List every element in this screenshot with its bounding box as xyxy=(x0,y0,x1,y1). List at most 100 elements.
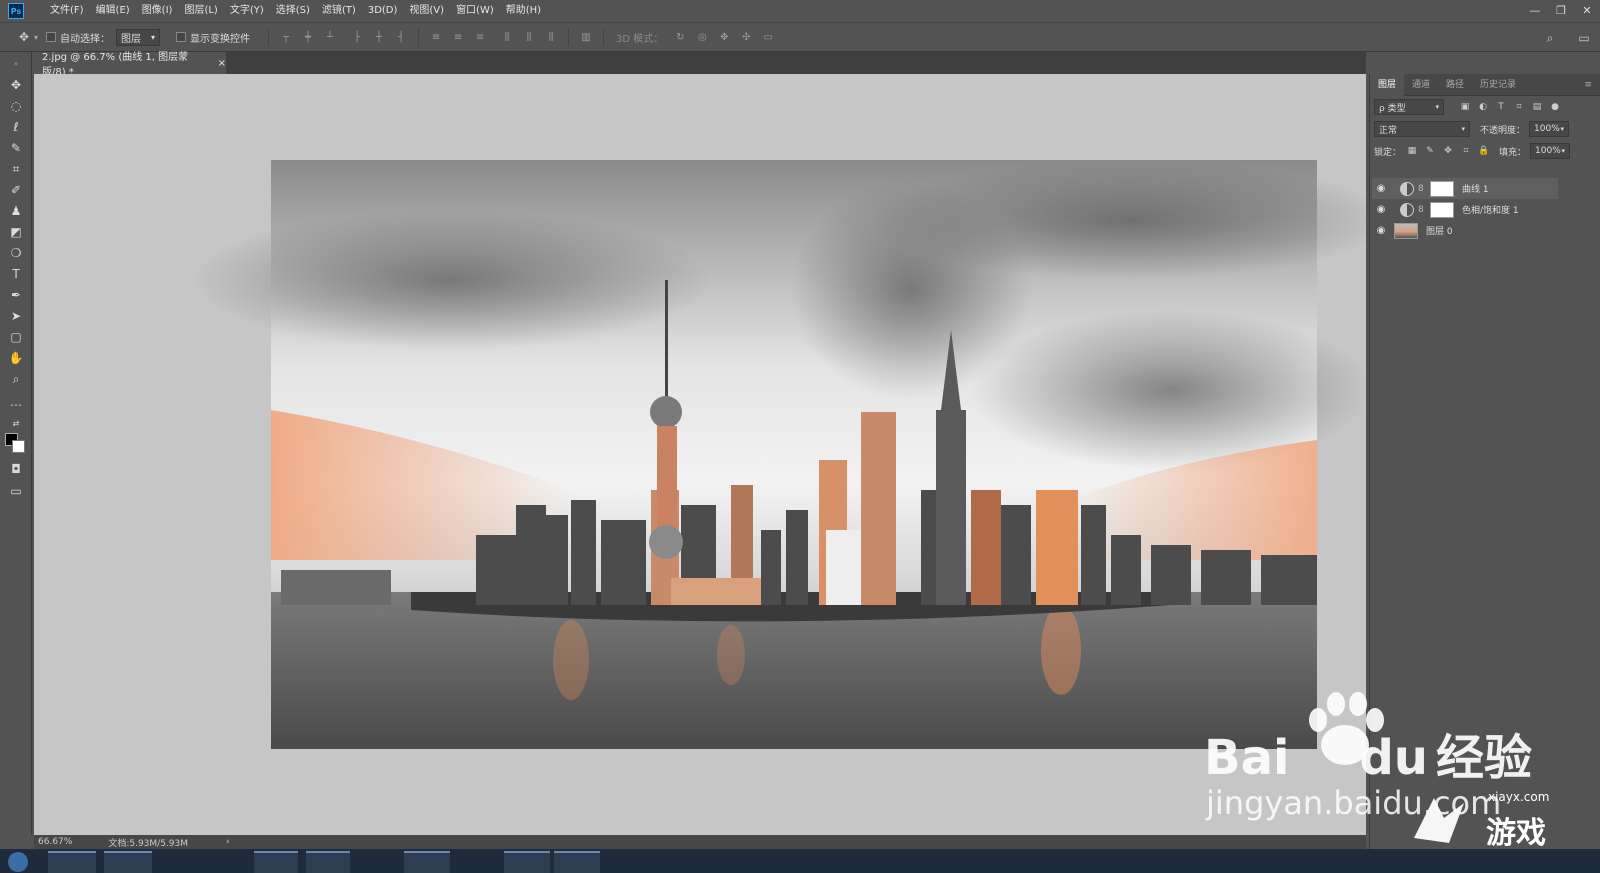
distribute-vcenter-icon[interactable]: ≡ xyxy=(450,30,466,44)
layer-hue-saturation[interactable]: ◉ 8 色相/饱和度 1 xyxy=(1372,199,1558,220)
menu-item[interactable]: 文字(Y) xyxy=(224,0,270,22)
slide-3d-icon[interactable]: ✣ xyxy=(738,30,754,44)
auto-align-icon[interactable]: ▥ xyxy=(578,30,594,44)
show-transform-checkbox[interactable] xyxy=(176,32,187,42)
document-canvas[interactable] xyxy=(34,74,1366,835)
brush-tool-icon[interactable]: ✐ xyxy=(6,181,26,199)
auto-select-checkbox[interactable] xyxy=(46,32,57,42)
layer-mask-thumbnail[interactable] xyxy=(1430,180,1454,197)
align-right-icon[interactable]: ┤ xyxy=(393,30,409,44)
move-tool-icon[interactable]: ✥ xyxy=(14,27,34,47)
search-icon[interactable]: ⌕ xyxy=(1540,28,1560,48)
lock-image-icon[interactable]: ✎ xyxy=(1423,144,1437,158)
align-top-icon[interactable]: ┬ xyxy=(278,30,294,44)
fill-input[interactable]: 100% ▾ xyxy=(1530,143,1571,159)
taskbar-app[interactable] xyxy=(554,851,600,873)
visibility-eye-icon[interactable]: ◉ xyxy=(1372,204,1390,215)
visibility-eye-icon[interactable]: ◉ xyxy=(1372,225,1390,236)
filter-smart-object-icon[interactable]: ▤ xyxy=(1530,100,1544,114)
move-tool-icon[interactable]: ✥ xyxy=(6,76,26,94)
taskbar-app[interactable] xyxy=(404,851,450,873)
lock-artboard-icon[interactable]: ⌗ xyxy=(1459,144,1473,158)
menu-item[interactable]: 图像(I) xyxy=(136,0,179,22)
zoom-level[interactable]: 66.67% xyxy=(38,837,72,847)
path-select-tool-icon[interactable]: ➤ xyxy=(6,307,26,325)
panel-menu-icon[interactable]: ≡ xyxy=(1576,74,1600,96)
shape-tool-icon[interactable]: ▢ xyxy=(6,328,26,346)
eraser-tool-icon[interactable]: ◩ xyxy=(6,223,26,241)
zoom-tool-icon[interactable]: ⌕ xyxy=(6,370,26,388)
swap-colors-icon[interactable]: ⇄ xyxy=(6,414,26,432)
taskbar-app[interactable] xyxy=(504,851,550,873)
pen-tool-icon[interactable]: ✒ xyxy=(6,286,26,304)
background-color-swatch[interactable] xyxy=(12,440,25,453)
taskbar-app[interactable] xyxy=(306,851,350,873)
crop-tool-icon[interactable]: ⌗ xyxy=(6,160,26,178)
visibility-eye-icon[interactable]: ◉ xyxy=(1372,183,1390,194)
quick-mask-icon[interactable]: ◘ xyxy=(6,460,26,478)
photoshop-logo-icon[interactable]: Ps xyxy=(8,3,24,19)
menu-item[interactable]: 编辑(E) xyxy=(90,0,136,22)
link-icon[interactable]: 8 xyxy=(1418,205,1426,215)
align-hcenter-icon[interactable]: ┼ xyxy=(371,30,387,44)
orbit-3d-icon[interactable]: ↻ xyxy=(672,30,688,44)
restore-button[interactable]: ❐ xyxy=(1548,0,1574,20)
scale-3d-icon[interactable]: ▭ xyxy=(760,30,776,44)
filter-pixel-icon[interactable]: ▣ xyxy=(1458,100,1472,114)
more-tools-icon[interactable]: … xyxy=(6,393,26,411)
layer-filter-dropdown[interactable]: ρ 类型 ▾ xyxy=(1374,99,1444,115)
workspace-icon[interactable]: ▭ xyxy=(1574,28,1594,48)
menu-item[interactable]: 选择(S) xyxy=(270,0,316,22)
canvas-area[interactable] xyxy=(34,74,1366,835)
blur-tool-icon[interactable]: ❍ xyxy=(6,244,26,262)
align-left-icon[interactable]: ├ xyxy=(349,30,365,44)
layer-thumbnail[interactable] xyxy=(1394,222,1418,239)
type-tool-icon[interactable]: T xyxy=(6,265,26,283)
panel-tab[interactable]: 图层 xyxy=(1370,73,1405,96)
tool-preset-chevron-icon[interactable]: ▾ xyxy=(34,33,38,42)
taskbar-app[interactable] xyxy=(104,851,152,873)
lock-all-icon[interactable]: 🔒 xyxy=(1477,144,1491,158)
status-menu-arrow-icon[interactable]: › xyxy=(226,837,230,847)
menu-item[interactable]: 帮助(H) xyxy=(500,0,547,22)
distribute-hcenter-icon[interactable]: ⫼ xyxy=(521,30,537,44)
auto-select-dropdown[interactable]: 图层 ▾ xyxy=(116,28,161,46)
close-tab-icon[interactable]: × xyxy=(218,58,226,69)
quick-select-tool-icon[interactable]: ✎ xyxy=(6,139,26,157)
lock-position-icon[interactable]: ✥ xyxy=(1441,144,1455,158)
menu-item[interactable]: 滤镜(T) xyxy=(316,0,362,22)
filter-adjustment-icon[interactable]: ◐ xyxy=(1476,100,1490,114)
filter-type-icon[interactable]: T xyxy=(1494,100,1508,114)
taskbar-app[interactable] xyxy=(48,851,96,873)
distribute-left-icon[interactable]: ⫼ xyxy=(499,30,515,44)
filter-shape-icon[interactable]: ⌗ xyxy=(1512,100,1526,114)
filter-toggle-icon[interactable]: ● xyxy=(1548,100,1562,114)
panel-tab[interactable]: 路径 xyxy=(1438,74,1472,96)
align-vcenter-icon[interactable]: ┿ xyxy=(300,30,316,44)
menu-item[interactable]: 图层(L) xyxy=(178,0,223,22)
layer-mask-thumbnail[interactable] xyxy=(1430,201,1454,218)
menu-item[interactable]: 视图(V) xyxy=(403,0,450,22)
close-button[interactable]: ✕ xyxy=(1574,0,1600,20)
distribute-bottom-icon[interactable]: ≡ xyxy=(472,30,488,44)
roll-3d-icon[interactable]: ◎ xyxy=(694,30,710,44)
distribute-right-icon[interactable]: ⫼ xyxy=(543,30,559,44)
minimize-button[interactable]: — xyxy=(1522,0,1548,20)
layer-image[interactable]: ◉ 图层 0 xyxy=(1372,220,1558,241)
pan-3d-icon[interactable]: ✥ xyxy=(716,30,732,44)
hand-tool-icon[interactable]: ✋ xyxy=(6,349,26,367)
menu-item[interactable]: 3D(D) xyxy=(362,0,404,22)
layer-curves[interactable]: ◉ 8 曲线 1 xyxy=(1372,178,1558,199)
menu-item[interactable]: 窗口(W) xyxy=(450,0,500,22)
panel-collapse-icon[interactable]: » xyxy=(6,54,26,72)
opacity-input[interactable]: 100% ▾ xyxy=(1529,121,1570,137)
stamp-tool-icon[interactable]: ♟ xyxy=(6,202,26,220)
link-icon[interactable]: 8 xyxy=(1418,184,1426,194)
align-bottom-icon[interactable]: ┴ xyxy=(322,30,338,44)
lasso-tool-icon[interactable]: ℓ xyxy=(6,118,26,136)
blend-mode-dropdown[interactable]: 正常 ▾ xyxy=(1374,121,1470,137)
lock-transparent-icon[interactable]: ▦ xyxy=(1405,144,1419,158)
start-button[interactable] xyxy=(8,852,28,872)
menu-item[interactable]: 文件(F) xyxy=(44,0,90,22)
screen-mode-icon[interactable]: ▭ xyxy=(6,482,26,500)
